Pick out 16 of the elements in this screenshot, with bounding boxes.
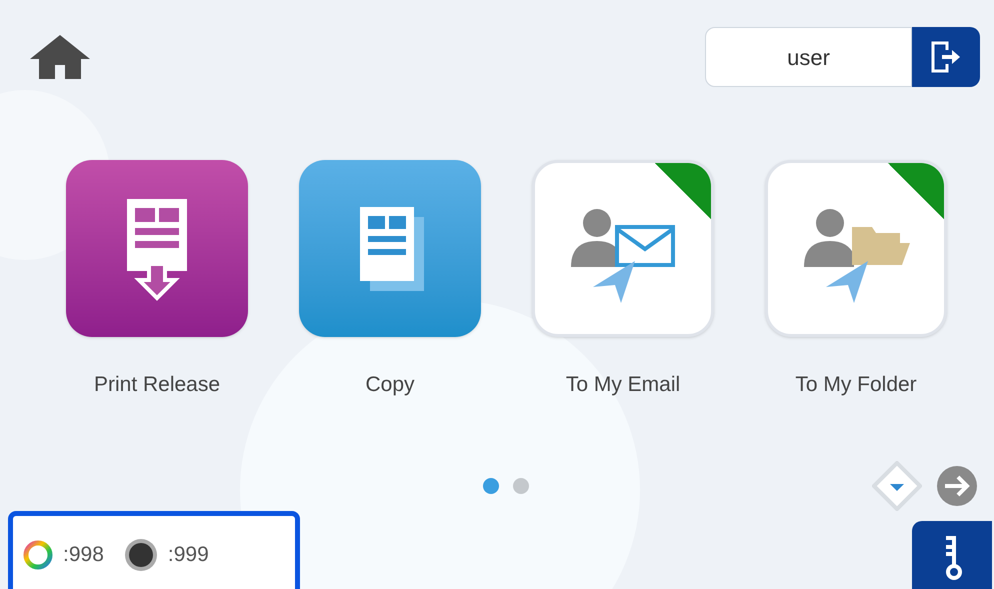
logout-button[interactable] — [912, 27, 980, 87]
app-label: Copy — [365, 372, 415, 398]
home-icon[interactable] — [28, 33, 92, 81]
app-tile[interactable] — [66, 160, 248, 337]
ink-count: :999 — [168, 542, 209, 568]
app-label: To My Email — [566, 372, 680, 398]
app-tile[interactable] — [532, 160, 714, 337]
ink-count: :998 — [63, 542, 104, 568]
app-tile[interactable] — [765, 160, 947, 337]
user-field[interactable]: user — [705, 27, 912, 87]
ring-icon — [23, 540, 53, 570]
app-tile[interactable] — [299, 160, 481, 337]
ink-dot-icon — [124, 538, 158, 572]
app-label: To My Folder — [795, 372, 917, 398]
key-button[interactable] — [912, 520, 992, 589]
app-label: Print Release — [94, 372, 220, 398]
